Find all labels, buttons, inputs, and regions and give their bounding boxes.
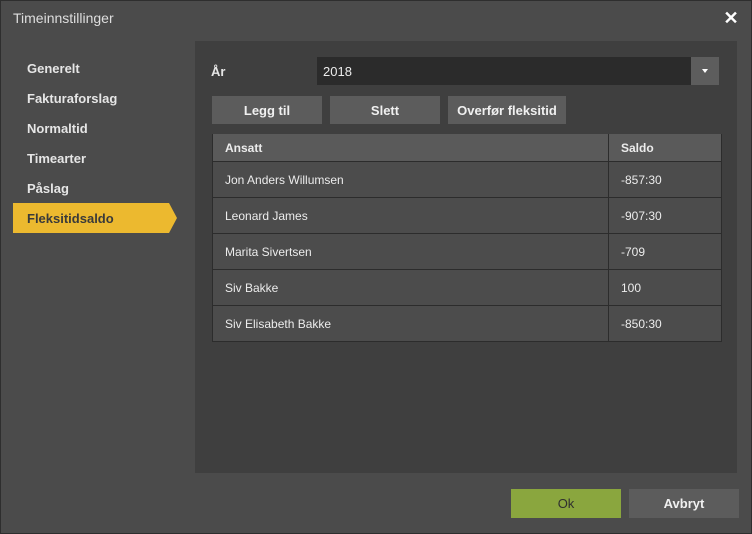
balance-value: -907:30	[621, 208, 662, 223]
sidebar-item-label: Generelt	[27, 60, 80, 76]
column-header-balance[interactable]: Saldo	[609, 134, 719, 161]
table-row[interactable]: Leonard James -907:30	[213, 197, 721, 233]
sidebar-item-timearter[interactable]: Timearter	[13, 143, 169, 173]
dialog-title: Timeinnstillinger	[13, 10, 114, 26]
employee-name: Marita Sivertsen	[213, 234, 609, 269]
sidebar-item-fleksitidsaldo[interactable]: Fleksitidsaldo	[13, 203, 177, 233]
content-panel: År 2018 Legg til Slett Overfør fleksitid…	[195, 41, 737, 473]
year-label: År	[211, 63, 226, 79]
sidebar-item-label: Fleksitidsaldo	[27, 210, 114, 226]
employee-name: Leonard James	[213, 198, 609, 233]
sidebar-item-fakturaforslag[interactable]: Fakturaforslag	[13, 83, 169, 113]
year-select[interactable]: 2018	[317, 57, 719, 85]
table-header: Ansatt Saldo	[213, 134, 721, 161]
sidebar-item-label: Påslag	[27, 180, 69, 196]
add-button[interactable]: Legg til	[212, 96, 322, 124]
sidebar-item-paslag[interactable]: Påslag	[13, 173, 169, 203]
caret-down-icon	[702, 69, 708, 73]
balance-value: 100	[621, 280, 642, 295]
settings-sidebar: Generelt Fakturaforslag Normaltid Timear…	[13, 53, 189, 233]
sidebar-item-normaltid[interactable]: Normaltid	[13, 113, 169, 143]
flextime-table: Ansatt Saldo Jon Anders Willumsen -857:3…	[212, 134, 722, 342]
toolbar: Legg til Slett Overfør fleksitid	[212, 96, 566, 124]
ok-button[interactable]: Ok	[511, 489, 621, 518]
sidebar-item-label: Timearter	[27, 150, 87, 166]
dialog-titlebar: Timeinnstillinger ✕	[1, 1, 751, 35]
sidebar-item-generelt[interactable]: Generelt	[13, 53, 169, 83]
balance-value: -709	[621, 244, 646, 259]
table-row[interactable]: Marita Sivertsen -709	[213, 233, 721, 269]
cancel-button[interactable]: Avbryt	[629, 489, 739, 518]
transfer-flextime-button[interactable]: Overfør fleksitid	[448, 96, 566, 124]
balance-value: -850:30	[621, 316, 662, 331]
close-icon[interactable]: ✕	[723, 9, 739, 27]
table-row[interactable]: Jon Anders Willumsen -857:30	[213, 161, 721, 197]
sidebar-item-label: Fakturaforslag	[27, 90, 118, 106]
year-row: År 2018	[211, 57, 719, 85]
sidebar-item-label: Normaltid	[27, 120, 88, 136]
table-row[interactable]: Siv Bakke 100	[213, 269, 721, 305]
employee-name: Siv Bakke	[213, 270, 609, 305]
employee-name: Siv Elisabeth Bakke	[213, 306, 609, 341]
balance-value: -857:30	[621, 172, 662, 187]
settings-dialog: Timeinnstillinger ✕ Generelt Fakturafors…	[0, 0, 752, 534]
column-header-employee[interactable]: Ansatt	[213, 134, 609, 161]
table-row[interactable]: Siv Elisabeth Bakke -850:30	[213, 305, 721, 341]
year-select-value: 2018	[323, 63, 352, 79]
delete-button[interactable]: Slett	[330, 96, 440, 124]
employee-name: Jon Anders Willumsen	[213, 162, 609, 197]
dropdown-toggle[interactable]	[691, 57, 719, 85]
